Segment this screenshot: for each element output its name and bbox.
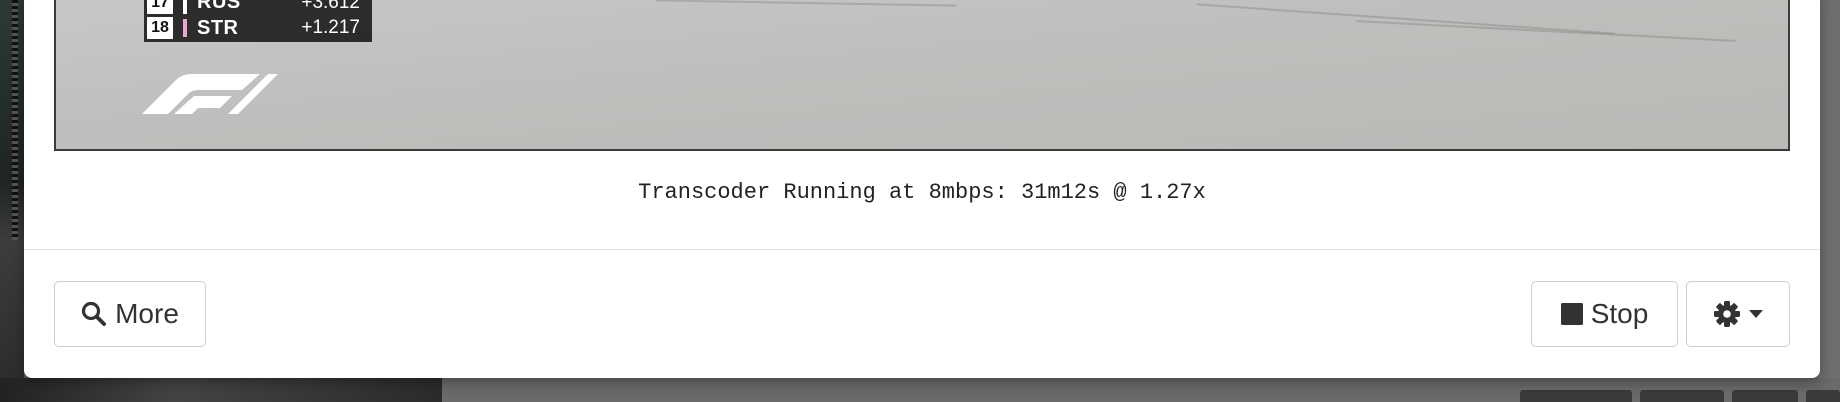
background-badge [1732, 390, 1798, 402]
stop-button[interactable]: Stop [1531, 281, 1678, 347]
background-badge [1640, 390, 1724, 402]
leaderboard-driver: STR [197, 16, 239, 39]
background-badges [1520, 390, 1840, 402]
caret-down-icon [1749, 310, 1763, 318]
leaderboard-position: 18 [147, 17, 173, 39]
stop-button-label: Stop [1590, 298, 1649, 329]
background-thumbnail-bottom [0, 378, 442, 402]
stop-square-icon [1560, 303, 1583, 325]
background-badge [1520, 390, 1632, 402]
video-player[interactable]: 17 RUS +3.612 18 STR +1.217 [54, 0, 1790, 151]
leaderboard-row: 18 STR +1.217 [144, 14, 372, 42]
leaderboard-position: 17 [147, 0, 173, 14]
transcoder-modal: 17 RUS +3.612 18 STR +1.217 Transcoder R… [24, 0, 1820, 378]
more-button[interactable]: More [54, 281, 206, 347]
background-badge [1806, 390, 1840, 402]
leaderboard-row: 17 RUS +3.612 [144, 0, 372, 14]
team-color-bar [183, 19, 187, 37]
leaderboard-driver: RUS [197, 0, 241, 13]
leaderboard-overlay: 17 RUS +3.612 18 STR +1.217 [144, 0, 372, 42]
leaderboard-gap: +3.612 [301, 0, 360, 13]
leaderboard-gap: +1.217 [301, 17, 360, 38]
transcoder-status: Transcoder Running at 8mbps: 31m12s @ 1.… [638, 180, 1206, 205]
team-color-bar [183, 0, 187, 14]
track-mark [1356, 20, 1736, 42]
search-icon [81, 301, 107, 327]
f1-logo [142, 74, 278, 114]
background-film-strip [12, 0, 18, 240]
track-mark [656, 0, 956, 7]
more-button-label: More [115, 298, 179, 329]
gear-icon [1713, 300, 1741, 328]
modal-footer-divider [24, 249, 1820, 250]
settings-dropdown-button[interactable] [1686, 281, 1790, 347]
